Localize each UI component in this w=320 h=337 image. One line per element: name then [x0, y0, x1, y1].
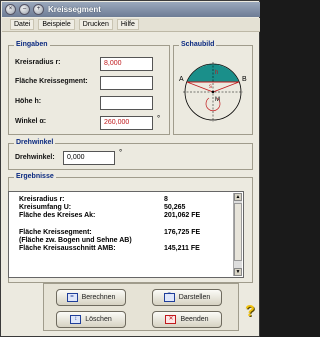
label-m: M — [215, 97, 220, 103]
radius-label: Kreisradius r: — [15, 59, 61, 66]
result-value: 176,725 FE — [164, 229, 201, 236]
button-panel: = Berechnen ⌒ Darstellen ↕ Löschen ✕ Bee… — [43, 283, 239, 331]
eingaben-legend: Eingaben — [14, 41, 50, 48]
label-s: s — [209, 84, 212, 90]
menu-hilfe[interactable]: Hilfe — [116, 19, 139, 30]
label-h: h — [215, 70, 218, 76]
window-title: Kreissegment — [48, 5, 101, 14]
app-window: × – + Kreissegment Datei Beispiele Druck… — [0, 0, 260, 337]
height-label: Höhe h: — [15, 98, 42, 105]
angle-degree-unit: ° — [157, 114, 161, 123]
result-label: Kreisumfang U: — [19, 204, 72, 211]
schaubild-group: Schaubild A B M h s — [173, 41, 253, 135]
segment-diagram: A B M h s — [179, 62, 247, 122]
erase-icon: ↕ — [70, 315, 82, 324]
drehwinkel-legend: Drehwinkel — [14, 139, 56, 146]
beenden-label: Beenden — [180, 316, 209, 323]
results-scrollbar[interactable]: ▲ ▼ — [233, 193, 242, 276]
scroll-down-icon[interactable]: ▼ — [234, 268, 242, 276]
result-label: Fläche Kreissegment: — [19, 229, 92, 236]
height-input[interactable] — [100, 96, 153, 110]
segment-area-label: Fläche Kreissegment: — [15, 78, 88, 85]
drehwinkel-degree-unit: ° — [119, 148, 123, 157]
result-label: (Fläche zw. Bogen und Sehne AB) — [19, 237, 132, 244]
menu-drucken[interactable]: Drucken — [78, 19, 113, 30]
angle-label: Winkel α: — [15, 118, 47, 125]
result-value: 50,265 — [164, 204, 186, 211]
menu-datei[interactable]: Datei — [10, 19, 35, 30]
result-value: 201,062 FE — [164, 212, 201, 219]
drehwinkel-label: Drehwinkel: — [15, 154, 55, 161]
darstellen-label: Darstellen — [178, 294, 211, 301]
center-point — [211, 90, 215, 94]
result-value: 145,211 FE — [164, 245, 200, 252]
darstellen-button[interactable]: ⌒ Darstellen — [152, 289, 222, 306]
label-b: B — [242, 76, 247, 83]
menu-beispiele[interactable]: Beispiele — [38, 19, 75, 30]
scroll-thumb[interactable] — [234, 203, 242, 261]
drehwinkel-input[interactable]: 0,000 — [63, 151, 115, 165]
beenden-button[interactable]: ✕ Beenden — [152, 311, 222, 328]
eingaben-group: Eingaben Kreisradius r: 8,000 Fläche Kre… — [8, 41, 170, 135]
result-label: Fläche des Kreises Ak: — [19, 212, 96, 219]
drehwinkel-group: Drehwinkel Drehwinkel: 0,000 ° — [8, 139, 253, 170]
minimize-window-button[interactable]: – — [19, 4, 30, 15]
loeschen-label: Löschen — [85, 316, 112, 323]
segment-area-input[interactable] — [100, 76, 153, 90]
zoom-window-button[interactable]: + — [33, 4, 44, 15]
close-window-button[interactable]: × — [5, 4, 16, 15]
result-label: Kreisradius r: — [19, 196, 65, 203]
result-label: Fläche Kreisausschnitt AMB: — [19, 245, 116, 252]
menu-bar: Datei Beispiele Drucken Hilfe — [2, 18, 260, 32]
close-icon: ✕ — [165, 315, 177, 324]
chart-icon: ⌒ — [163, 293, 175, 302]
calculator-icon: = — [66, 293, 78, 302]
schaubild-legend: Schaubild — [179, 41, 217, 48]
berechnen-button[interactable]: = Berechnen — [56, 289, 126, 306]
result-value: 8 — [164, 196, 168, 203]
ergebnisse-legend: Ergebnisse — [14, 173, 56, 180]
radius-arc-b — [212, 81, 240, 93]
loeschen-button[interactable]: ↕ Löschen — [56, 311, 126, 328]
results-textarea[interactable]: Kreisradius r: 8 Kreisumfang U: 50,265 F… — [8, 191, 244, 278]
scroll-up-icon[interactable]: ▲ — [234, 193, 242, 201]
label-a: A — [179, 76, 184, 83]
title-bar: × – + Kreissegment — [2, 2, 260, 17]
berechnen-label: Berechnen — [81, 294, 116, 301]
help-icon[interactable]: ? — [245, 303, 255, 321]
radius-input[interactable]: 8,000 — [100, 57, 153, 71]
angle-input[interactable]: 260,000 — [100, 116, 153, 130]
